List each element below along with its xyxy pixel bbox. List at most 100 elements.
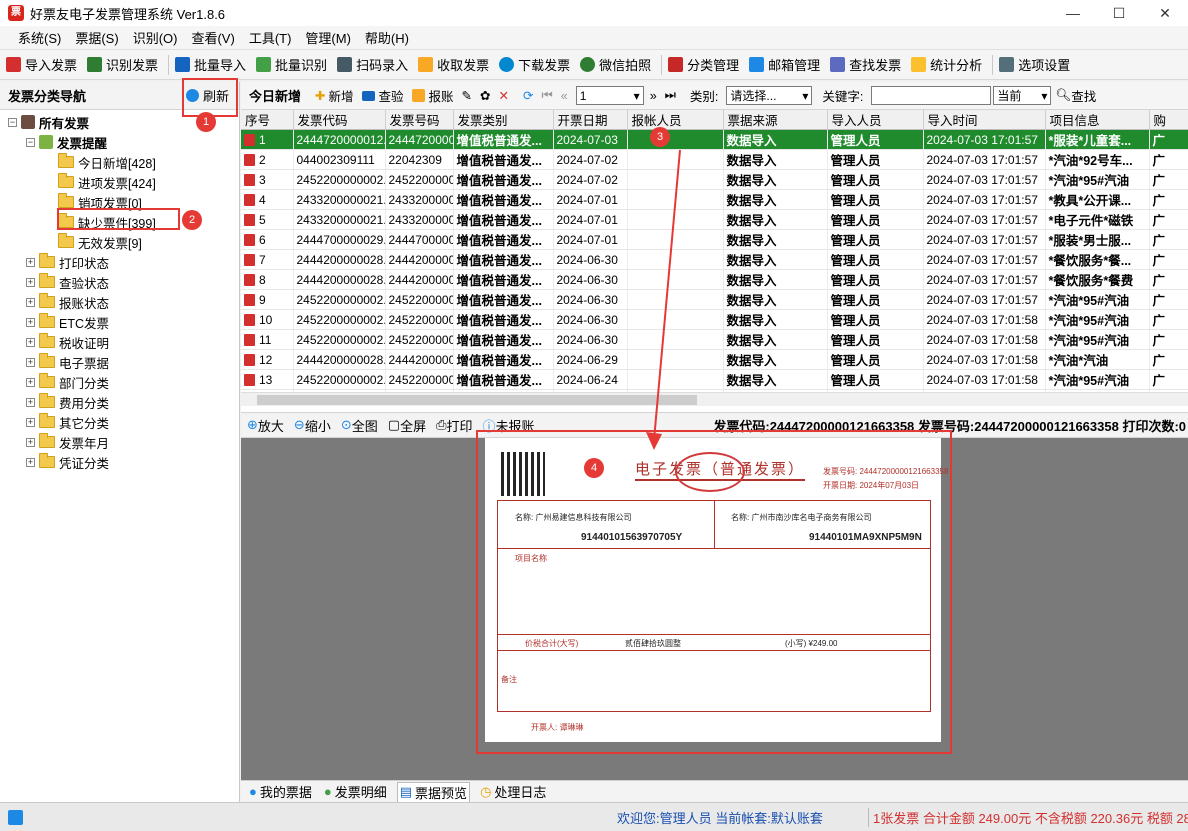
expand-icon[interactable]: + — [26, 437, 35, 447]
menu-bills[interactable]: 票据(S) — [75, 28, 118, 47]
col-source[interactable]: 票据来源 — [723, 110, 828, 130]
batch-import-button[interactable]: 批量导入 — [175, 55, 246, 74]
zoom-out-button[interactable]: ⊖ 缩小 — [294, 416, 331, 435]
receive-invoice-button[interactable]: 收取发票 — [418, 55, 489, 74]
wechat-photo-button[interactable]: 微信拍照 — [580, 55, 651, 74]
table-row[interactable]: 10 2452200000002...2452200000...增值税普通发...… — [241, 309, 1188, 330]
tab-bill-preview[interactable]: ▤ 票据预览 — [396, 781, 471, 802]
mail-management-button[interactable]: 邮箱管理 — [749, 55, 820, 74]
table-row[interactable]: 11 2452200000002...2452200000...增值税普通发...… — [241, 329, 1188, 350]
expand-icon[interactable]: + — [26, 357, 35, 367]
menu-view[interactable]: 查看(V) — [191, 28, 234, 47]
tree-item-etc[interactable]: + ETC发票 — [0, 312, 239, 332]
table-row[interactable]: 8 2444200000028...2444200000...增值税普通发... 2… — [241, 269, 1188, 290]
category-management-button[interactable]: 分类管理 — [668, 55, 739, 74]
reimburse-button[interactable]: 报账 — [411, 86, 454, 105]
col-buyer[interactable]: 购 — [1149, 110, 1188, 130]
tree-item-reminder[interactable]: − 发票提醒 — [0, 132, 239, 152]
tree-item-print-status[interactable]: + 打印状态 — [0, 252, 239, 272]
search-button[interactable]: 🔍︎ 查找 — [1055, 86, 1096, 105]
menu-tools[interactable]: 工具(T) — [249, 28, 292, 47]
table-row[interactable]: 1 2444720000012...2444720000...增值税普通发... 2… — [241, 129, 1188, 150]
menu-recognize[interactable]: 识别(O) — [133, 28, 178, 47]
sync-button[interactable]: ⟳ — [523, 88, 533, 103]
col-import-time[interactable]: 导入时间 — [923, 110, 1046, 130]
col-number[interactable]: 发票号码 — [385, 110, 454, 130]
col-type[interactable]: 发票类别 — [453, 110, 554, 130]
tree-item-e-bills[interactable]: + 电子票据 — [0, 352, 239, 372]
menu-help[interactable]: 帮助(H) — [365, 28, 409, 47]
expand-icon[interactable]: + — [26, 277, 35, 287]
expand-icon[interactable]: + — [26, 297, 35, 307]
expand-icon[interactable]: + — [26, 417, 35, 427]
keyword-input[interactable] — [871, 86, 992, 105]
collapse-icon[interactable]: − — [8, 117, 17, 127]
last-page-button[interactable]: ⏭ — [665, 88, 676, 103]
table-row[interactable]: 9 2452200000002...2452200000...增值税普通发... 2… — [241, 289, 1188, 310]
table-row[interactable]: 7 2444200000028...2444200000...增值税普通发... 2… — [241, 249, 1188, 270]
close-button[interactable]: ✕ — [1142, 0, 1188, 26]
table-row[interactable]: 3 2452200000002...2452200000...增值税普通发... 2… — [241, 169, 1188, 190]
tab-invoice-detail[interactable]: ● 发票明细 — [322, 782, 389, 801]
horizontal-scrollbar[interactable] — [241, 392, 1188, 406]
tab-process-log[interactable]: ◷ 处理日志 — [478, 782, 548, 801]
tree-item-input[interactable]: 进项发票[424] — [0, 172, 239, 192]
table-row[interactable]: 2 044002309111 22042309 增值税普通发... 2024-07-02… — [241, 149, 1188, 170]
scope-select[interactable]: 当前 ▾ — [993, 86, 1052, 105]
download-invoice-button[interactable]: 下载发票 — [499, 55, 570, 74]
col-date[interactable]: 开票日期 — [553, 110, 628, 130]
recognize-invoice-button[interactable]: 识别发票 — [87, 55, 158, 74]
expand-icon[interactable]: + — [26, 337, 35, 347]
category-select[interactable]: 请选择... ▾ — [726, 86, 813, 105]
next-page-button[interactable]: » — [650, 89, 657, 103]
scrollbar-thumb[interactable] — [257, 395, 697, 405]
tree-item-expense[interactable]: + 费用分类 — [0, 392, 239, 412]
batch-recognize-button[interactable]: 批量识别 — [256, 55, 327, 74]
col-reimburser[interactable]: 报帐人员 — [627, 110, 724, 130]
zoom-in-button[interactable]: ⊕ 放大 — [247, 416, 284, 435]
print-button[interactable]: ⎙ 打印 — [436, 416, 472, 435]
delete-button[interactable]: ✕ — [499, 88, 509, 103]
fullscreen-button[interactable]: ▢ 全屏 — [388, 416, 426, 435]
col-code[interactable]: 发票代码 — [293, 110, 386, 130]
col-items[interactable]: 项目信息 — [1045, 110, 1150, 130]
tree-item-reimburse-status[interactable]: + 报账状态 — [0, 292, 239, 312]
tree-item-invalid[interactable]: 无效发票[9] — [0, 232, 239, 252]
menu-system[interactable]: 系统(S) — [18, 28, 61, 47]
col-importer[interactable]: 导入人员 — [827, 110, 924, 130]
expand-icon[interactable]: + — [26, 317, 35, 327]
menu-manage[interactable]: 管理(M) — [305, 28, 351, 47]
tree-item-today[interactable]: 今日新增[428] — [0, 152, 239, 172]
options-button[interactable]: 选项设置 — [999, 55, 1070, 74]
verify-button[interactable]: 查验 — [361, 86, 404, 105]
table-row[interactable]: 6 2444700000029...2444700000...增值税普通发... 2… — [241, 229, 1188, 250]
collapse-icon[interactable]: − — [26, 137, 35, 147]
maximize-button[interactable]: ☐ — [1096, 0, 1142, 26]
page-select[interactable]: 1 ▾ — [575, 86, 644, 105]
stamp-button[interactable]: ✿ — [480, 88, 490, 103]
edit-button[interactable]: ✎ — [462, 88, 472, 103]
expand-icon[interactable]: + — [26, 397, 35, 407]
tab-my-bills[interactable]: ● 我的票据 — [247, 782, 314, 801]
tree-item-voucher[interactable]: + 凭证分类 — [0, 452, 239, 472]
minimize-button[interactable]: — — [1050, 0, 1096, 26]
tree-item-year-month[interactable]: + 发票年月 — [0, 432, 239, 452]
first-page-button[interactable]: ⏮ — [541, 88, 552, 103]
table-row[interactable]: 5 2433200000021...2433200000...增值税普通发... 2… — [241, 209, 1188, 230]
expand-icon[interactable]: + — [26, 257, 35, 267]
tree-item-verify-status[interactable]: + 查验状态 — [0, 272, 239, 292]
tree-item-other[interactable]: + 其它分类 — [0, 412, 239, 432]
import-invoice-button[interactable]: 导入发票 — [6, 55, 77, 74]
scan-entry-button[interactable]: 扫码录入 — [337, 55, 408, 74]
expand-icon[interactable]: + — [26, 457, 35, 467]
prev-page-button[interactable]: « — [561, 89, 568, 103]
expand-icon[interactable]: + — [26, 377, 35, 387]
fit-button[interactable]: ⊙ 全图 — [341, 416, 378, 435]
add-button[interactable]: ✚ 新增 — [315, 86, 354, 105]
table-row[interactable]: 12 2444200000028...2444200000...增值税普通发...… — [241, 349, 1188, 370]
table-row[interactable]: 13 2452200000002...2452200000...增值税普通发...… — [241, 369, 1188, 390]
statistics-button[interactable]: 统计分析 — [911, 55, 982, 74]
table-row[interactable]: 4 2433200000021...2433200000...增值税普通发... 2… — [241, 189, 1188, 210]
tree-item-department[interactable]: + 部门分类 — [0, 372, 239, 392]
tree-item-tax-proof[interactable]: + 税收证明 — [0, 332, 239, 352]
